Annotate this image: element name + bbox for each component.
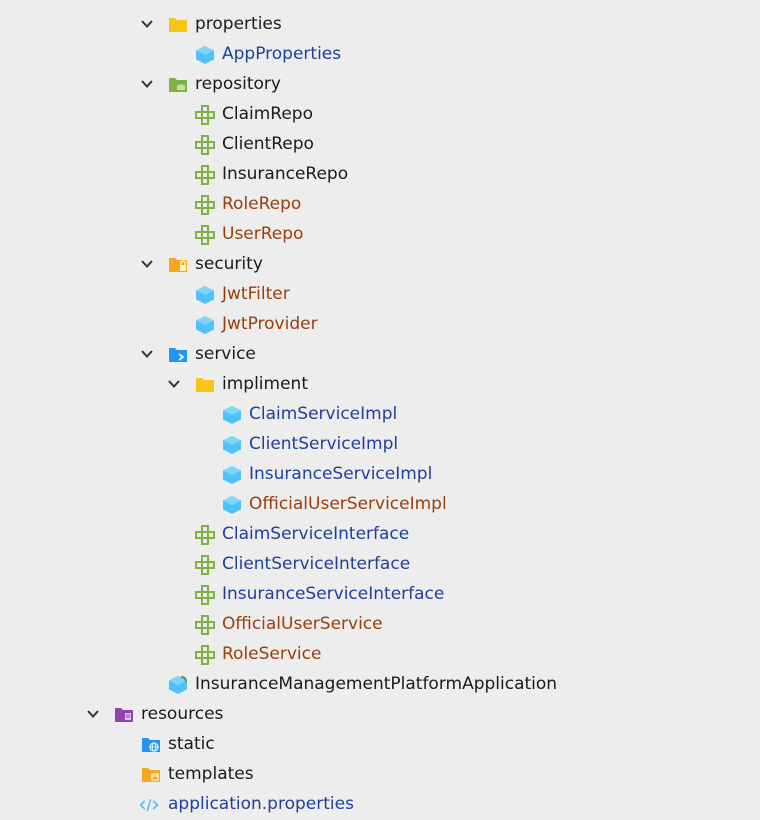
interface-icon bbox=[195, 195, 215, 215]
class-icon bbox=[196, 316, 214, 334]
tree-row-appproperties[interactable]: AppProperties bbox=[0, 39, 760, 69]
tree-item-label: OfficialUserServiceImpl bbox=[249, 494, 447, 514]
tree-item-label: ClaimServiceImpl bbox=[249, 404, 398, 424]
folder-icon bbox=[169, 18, 187, 32]
security-folder-icon bbox=[169, 258, 187, 272]
tree-row-claimrepo[interactable]: ClaimRepo bbox=[0, 99, 760, 129]
tree-row-main-application[interactable]: InsuranceManagementPlatformApplication bbox=[0, 669, 760, 699]
tree-row-clientserviceinterface[interactable]: ClientServiceInterface bbox=[0, 549, 760, 579]
tree-row-templates[interactable]: templates bbox=[0, 759, 760, 789]
interface-icon bbox=[195, 615, 215, 635]
tree-item-label: AppProperties bbox=[222, 44, 342, 64]
tree-row-resources[interactable]: resources bbox=[0, 699, 760, 729]
tree-item-label: static bbox=[168, 734, 215, 754]
tree-item-label: InsuranceServiceInterface bbox=[222, 584, 445, 604]
chevron-down-icon[interactable] bbox=[168, 378, 180, 390]
templates-folder-icon bbox=[142, 768, 160, 782]
tree-row-application-properties[interactable]: application.properties bbox=[0, 789, 760, 819]
tree-row-insuranceserviceimpl[interactable]: InsuranceServiceImpl bbox=[0, 459, 760, 489]
folder-icon bbox=[196, 378, 214, 392]
class-icon bbox=[223, 466, 241, 484]
interface-icon bbox=[195, 645, 215, 665]
tree-row-repository[interactable]: repository bbox=[0, 69, 760, 99]
chevron-down-icon[interactable] bbox=[141, 258, 153, 270]
tree-row-impliment[interactable]: impliment bbox=[0, 369, 760, 399]
tree-row-roleservice[interactable]: RoleService bbox=[0, 639, 760, 669]
chevron-down-icon[interactable] bbox=[141, 348, 153, 360]
class-icon bbox=[196, 46, 214, 64]
class-icon bbox=[196, 286, 214, 304]
project-tree: properties AppProperties repository Clai… bbox=[0, 0, 760, 820]
tree-item-label: OfficialUserService bbox=[222, 614, 383, 634]
tree-item-label: ClaimRepo bbox=[222, 104, 313, 124]
tree-row-rolerepo[interactable]: RoleRepo bbox=[0, 189, 760, 219]
class-icon bbox=[223, 436, 241, 454]
tree-row-properties[interactable]: properties bbox=[0, 9, 760, 39]
tree-item-label: ClaimServiceInterface bbox=[222, 524, 410, 544]
interface-icon bbox=[195, 585, 215, 605]
tree-row-insuranceserviceinterface[interactable]: InsuranceServiceInterface bbox=[0, 579, 760, 609]
class-icon bbox=[223, 406, 241, 424]
web-folder-icon bbox=[142, 738, 160, 752]
interface-icon bbox=[195, 165, 215, 185]
resources-folder-icon bbox=[115, 708, 133, 722]
tree-item-label: RoleService bbox=[222, 644, 322, 664]
tree-row-claimserviceinterface[interactable]: ClaimServiceInterface bbox=[0, 519, 760, 549]
tree-item-label: templates bbox=[168, 764, 254, 784]
tree-row-security[interactable]: security bbox=[0, 249, 760, 279]
tree-item-label: RoleRepo bbox=[222, 194, 302, 214]
tree-item-label: ClientServiceImpl bbox=[249, 434, 399, 454]
tree-row-clientserviceimpl[interactable]: ClientServiceImpl bbox=[0, 429, 760, 459]
repository-folder-icon bbox=[169, 78, 187, 92]
interface-icon bbox=[195, 105, 215, 125]
chevron-down-icon[interactable] bbox=[141, 78, 153, 90]
tree-item-label: JwtFilter bbox=[222, 284, 290, 304]
tree-item-label: security bbox=[195, 254, 263, 274]
tree-item-label: InsuranceServiceImpl bbox=[249, 464, 433, 484]
tree-item-label: UserRepo bbox=[222, 224, 304, 244]
tree-row-insurancerepo[interactable]: InsuranceRepo bbox=[0, 159, 760, 189]
tree-item-label: JwtProvider bbox=[222, 314, 318, 334]
tree-row-clientrepo[interactable]: ClientRepo bbox=[0, 129, 760, 159]
properties-file-icon bbox=[139, 798, 159, 812]
interface-icon bbox=[195, 555, 215, 575]
service-folder-icon bbox=[169, 348, 187, 362]
tree-row-static[interactable]: static bbox=[0, 729, 760, 759]
interface-icon bbox=[195, 225, 215, 245]
class-icon bbox=[223, 496, 241, 514]
tree-item-label: InsuranceRepo bbox=[222, 164, 349, 184]
tree-row-officialuserserviceimpl[interactable]: OfficialUserServiceImpl bbox=[0, 489, 760, 519]
interface-icon bbox=[195, 135, 215, 155]
tree-item-label: InsuranceManagementPlatformApplication bbox=[195, 674, 558, 694]
chevron-down-icon[interactable] bbox=[141, 18, 153, 30]
spring-app-class-icon bbox=[169, 676, 187, 694]
tree-row-officialuserservice[interactable]: OfficialUserService bbox=[0, 609, 760, 639]
interface-icon bbox=[195, 525, 215, 545]
tree-item-label: repository bbox=[195, 74, 281, 94]
chevron-down-icon[interactable] bbox=[87, 708, 99, 720]
tree-item-label: impliment bbox=[222, 374, 308, 394]
tree-row-jwtprovider[interactable]: JwtProvider bbox=[0, 309, 760, 339]
tree-row-jwtfilter[interactable]: JwtFilter bbox=[0, 279, 760, 309]
tree-item-label: application.properties bbox=[168, 794, 354, 814]
tree-item-label: service bbox=[195, 344, 256, 364]
tree-row-claimserviceimpl[interactable]: ClaimServiceImpl bbox=[0, 399, 760, 429]
tree-row-userrepo[interactable]: UserRepo bbox=[0, 219, 760, 249]
tree-row-service[interactable]: service bbox=[0, 339, 760, 369]
tree-item-label: resources bbox=[141, 704, 224, 724]
tree-item-label: ClientServiceInterface bbox=[222, 554, 411, 574]
tree-item-label: ClientRepo bbox=[222, 134, 314, 154]
tree-item-label: properties bbox=[195, 14, 282, 34]
